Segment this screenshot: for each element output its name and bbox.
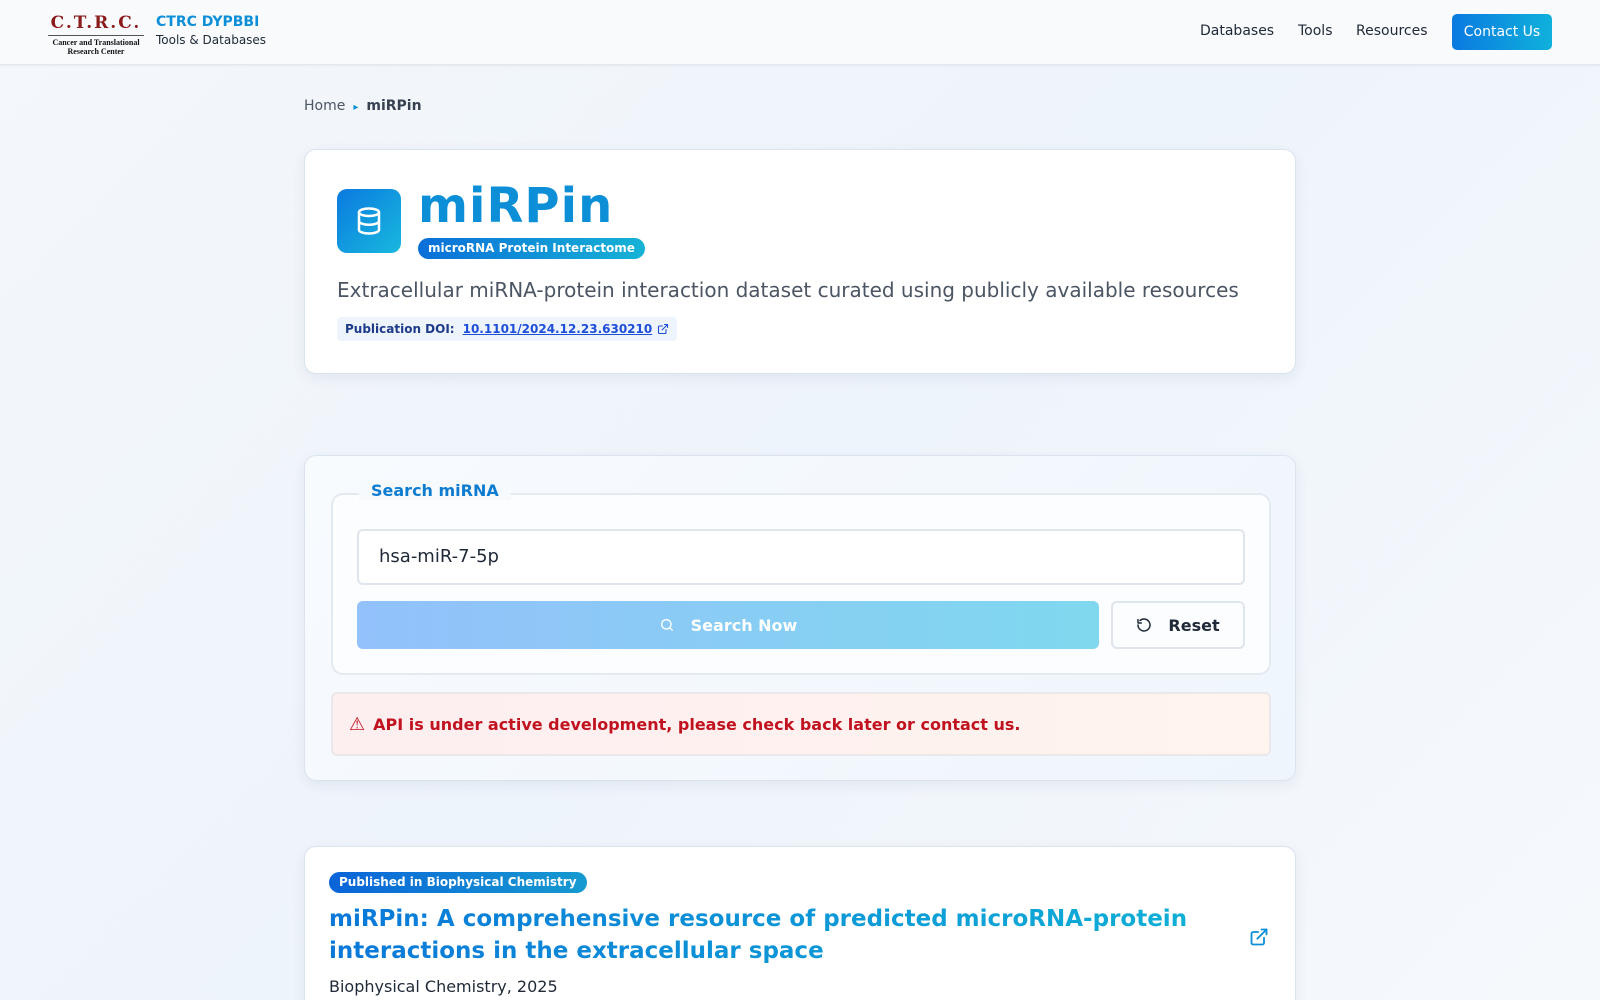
reset-button[interactable]: Reset bbox=[1111, 601, 1245, 649]
search-card: Search miRNA hsa-miR-7-5p Search Now Res… bbox=[304, 455, 1296, 781]
publication-badge: Published in Biophysical Chemistry bbox=[329, 872, 587, 893]
reset-icon bbox=[1136, 617, 1152, 633]
breadcrumb-separator-icon: ▸ bbox=[353, 102, 359, 113]
doi-box: Publication DOI: 10.1101/2024.12.23.6302… bbox=[337, 317, 678, 341]
search-icon bbox=[659, 617, 675, 633]
warning-icon: ⚠ bbox=[349, 713, 366, 735]
title-badge: microRNA Protein Interactome bbox=[418, 238, 645, 259]
nav-databases[interactable]: Databases bbox=[1200, 23, 1274, 39]
external-link-icon[interactable] bbox=[1249, 927, 1269, 947]
brand-title[interactable]: CTRC DYPBBI bbox=[156, 14, 259, 30]
contact-us-button[interactable]: Contact Us bbox=[1452, 14, 1552, 50]
publication-journal: Biophysical Chemistry, 2025 bbox=[329, 977, 558, 996]
tool-header-card: miRPin microRNA Protein Interactome Extr… bbox=[304, 149, 1296, 374]
nav-tools[interactable]: Tools bbox=[1298, 23, 1333, 39]
search-now-button[interactable]: Search Now bbox=[357, 601, 1099, 649]
search-input[interactable]: hsa-miR-7-5p bbox=[357, 529, 1245, 585]
nav-resources[interactable]: Resources bbox=[1356, 23, 1428, 39]
external-link-icon[interactable] bbox=[657, 323, 669, 335]
alert-text: API is under active development, please … bbox=[373, 714, 1021, 734]
publication-title[interactable]: miRPin: A comprehensive resource of pred… bbox=[329, 903, 1209, 967]
doi-link[interactable]: 10.1101/2024.12.23.630210 bbox=[463, 317, 653, 341]
publication-card: Published in Biophysical Chemistry miRPi… bbox=[304, 846, 1296, 1000]
logo-sub-line1: Cancer and Translational bbox=[52, 38, 140, 47]
reset-label: Reset bbox=[1168, 615, 1220, 635]
search-fieldset: Search miRNA hsa-miR-7-5p Search Now Res… bbox=[331, 481, 1271, 675]
logo-sub-line2: Research Center bbox=[67, 47, 125, 56]
database-icon bbox=[337, 189, 401, 253]
ctrc-logo[interactable]: C.T.R.C. Cancer and Translational Resear… bbox=[48, 12, 144, 56]
api-warning-alert: ⚠ API is under active development, pleas… bbox=[331, 692, 1271, 756]
doi-label: Publication DOI: bbox=[345, 322, 455, 336]
navbar: C.T.R.C. Cancer and Translational Resear… bbox=[0, 0, 1600, 65]
page-title: miRPin bbox=[418, 178, 614, 234]
tool-description: Extracellular miRNA-protein interaction … bbox=[337, 278, 1239, 302]
brand-subtitle: Tools & Databases bbox=[156, 33, 267, 47]
breadcrumb: Home ▸ miRPin bbox=[304, 98, 422, 114]
logo-main-text: C.T.R.C. bbox=[48, 12, 144, 36]
breadcrumb-home[interactable]: Home bbox=[304, 98, 345, 114]
search-legend: Search miRNA bbox=[359, 481, 511, 500]
search-now-label: Search Now bbox=[690, 615, 798, 635]
breadcrumb-current: miRPin bbox=[366, 98, 422, 114]
